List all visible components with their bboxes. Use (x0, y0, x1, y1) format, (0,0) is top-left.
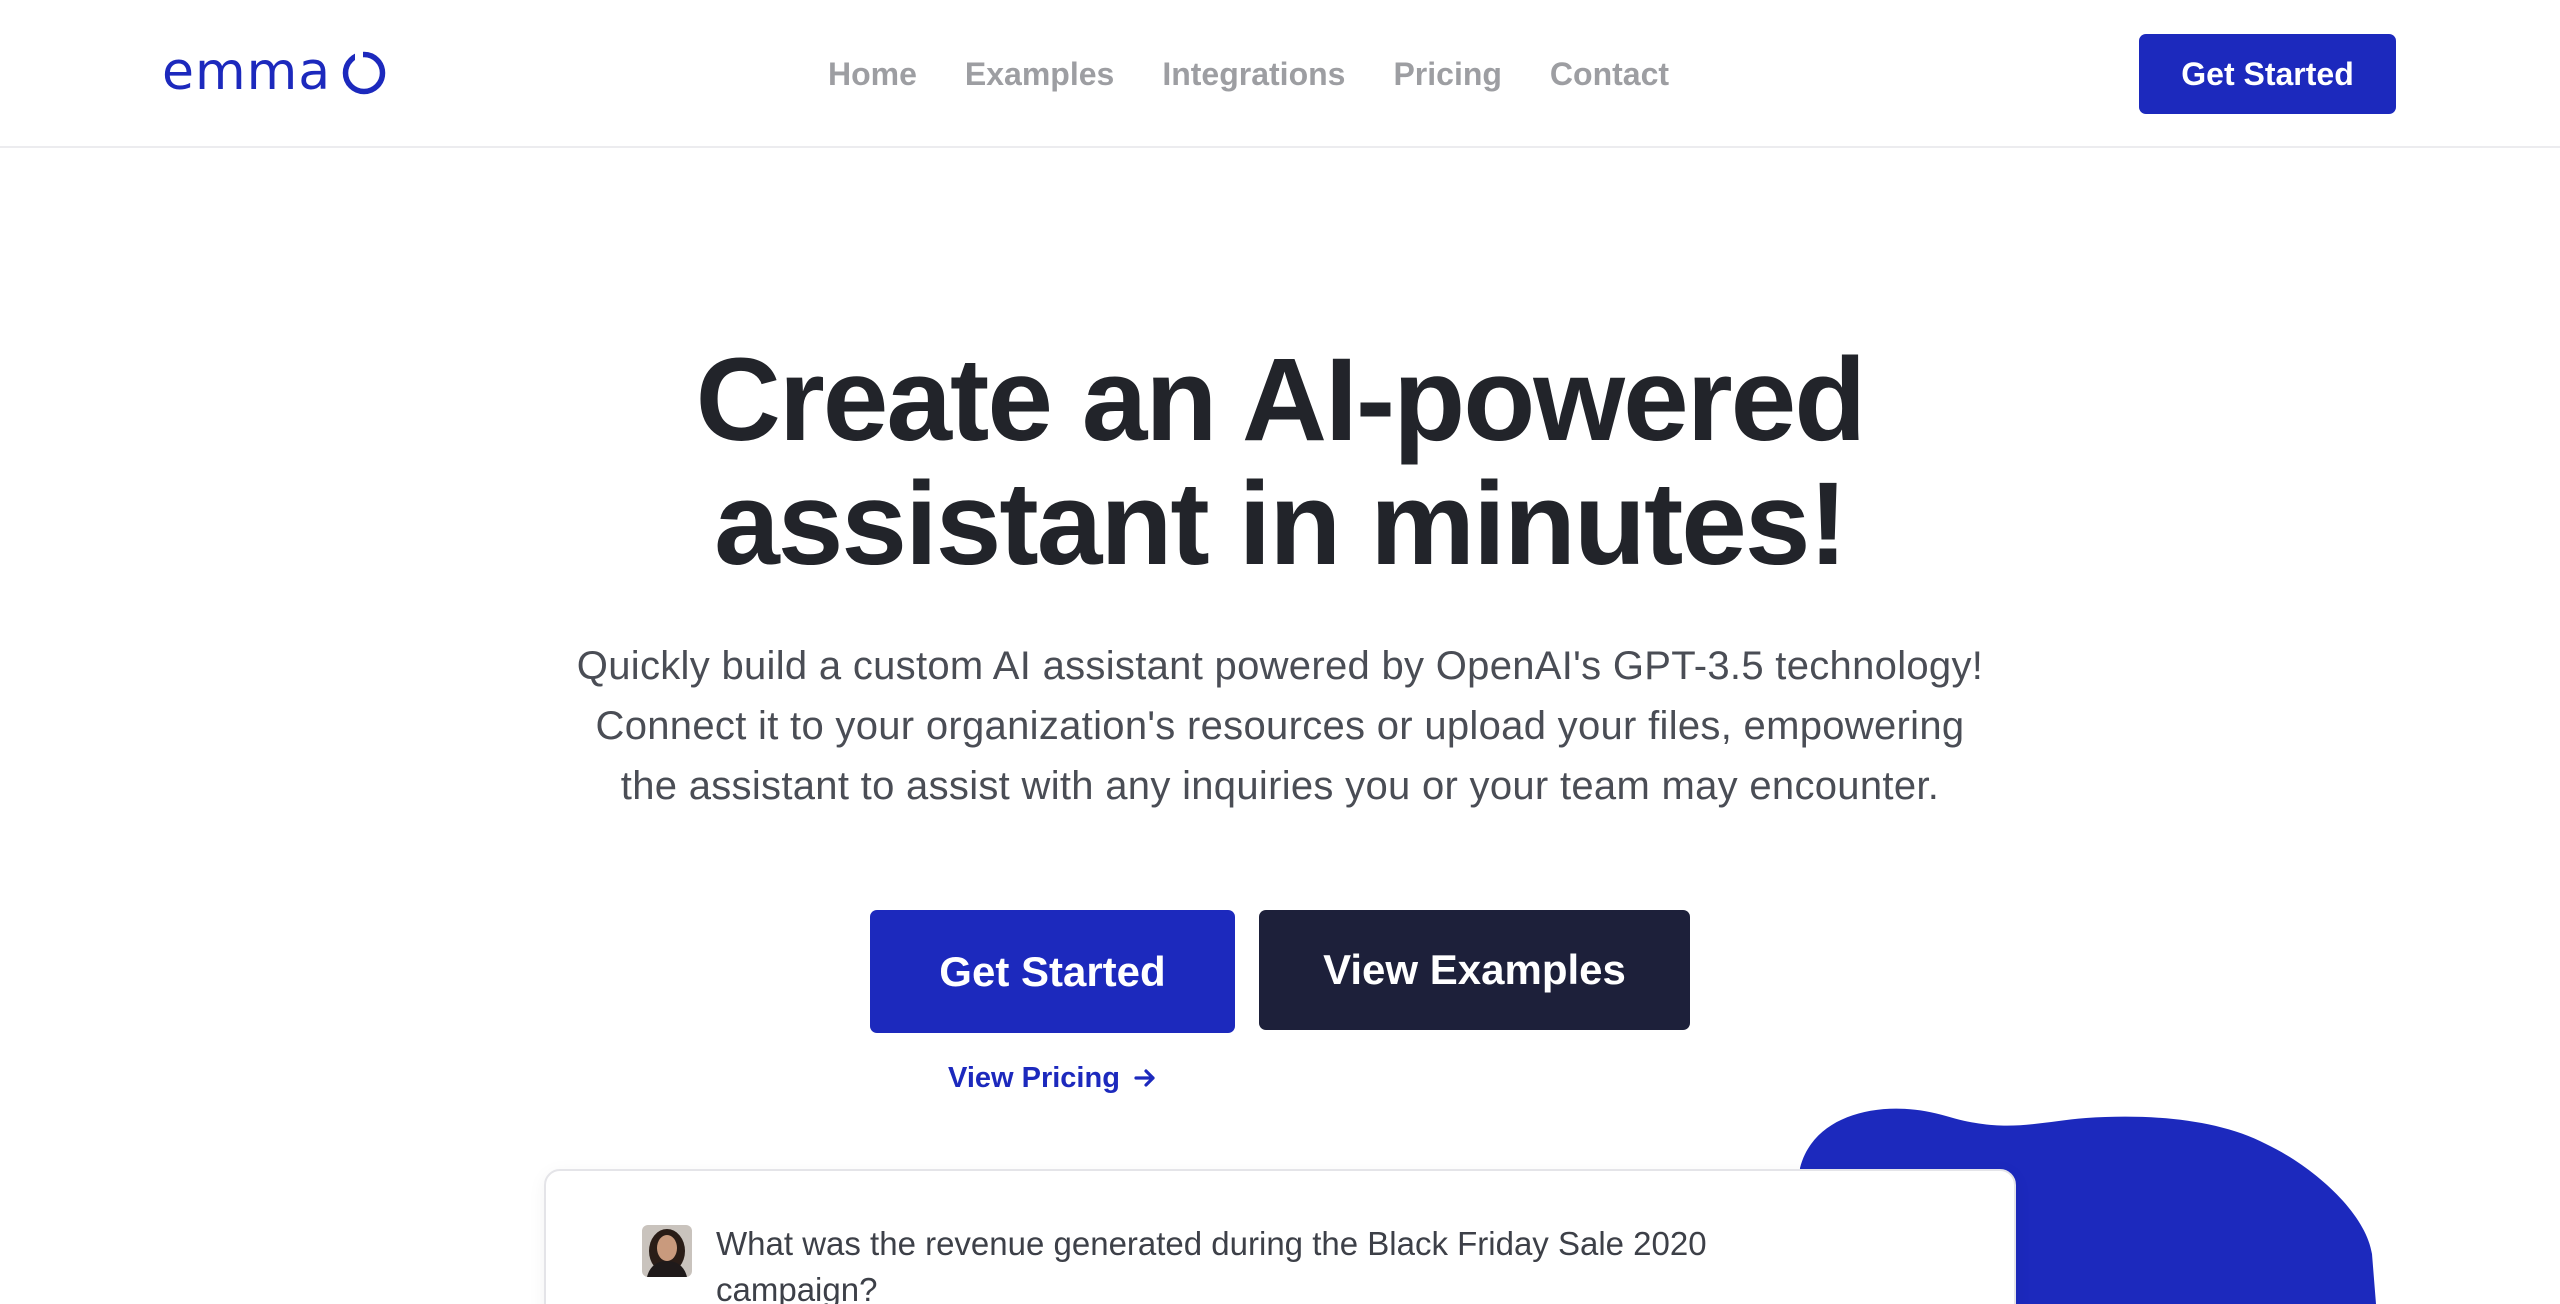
hero-title-line-1: Create an AI-powered (695, 334, 1867, 466)
hero-subtitle: Quickly build a custom AI assistant powe… (480, 636, 2080, 816)
landing-page: emma Home Examples Integrations Pricing … (0, 0, 2560, 1304)
nav-home[interactable]: Home (828, 52, 917, 96)
nav-contact[interactable]: Contact (1550, 52, 1669, 96)
hero-subtitle-line-3: the assistant to assist with any inquiri… (620, 764, 1940, 808)
logo[interactable]: emma (162, 42, 387, 102)
main-nav: Home Examples Integrations Pricing Conta… (828, 52, 1669, 96)
view-examples-button[interactable]: View Examples (1259, 910, 1690, 1030)
ring-icon (342, 50, 386, 95)
chat-message: What was the revenue generated during th… (642, 1221, 1842, 1304)
nav-integrations[interactable]: Integrations (1162, 52, 1345, 96)
hero-subtitle-line-1: Quickly build a custom AI assistant powe… (576, 644, 1984, 688)
header-get-started-button[interactable]: Get Started (2139, 34, 2396, 114)
chat-preview-card: What was the revenue generated during th… (544, 1169, 2016, 1304)
get-started-button[interactable]: Get Started (870, 910, 1235, 1033)
site-header: emma Home Examples Integrations Pricing … (0, 0, 2560, 148)
hero-subtitle-line-2: Connect it to your organization's resour… (595, 704, 1965, 748)
view-pricing-link[interactable]: View Pricing (948, 1058, 1158, 1098)
chat-message-text: What was the revenue generated during th… (716, 1225, 1707, 1304)
nav-pricing[interactable]: Pricing (1393, 52, 1501, 96)
view-pricing-label: View Pricing (948, 1061, 1120, 1094)
nav-examples[interactable]: Examples (965, 52, 1114, 96)
logo-text: emma (162, 42, 332, 102)
hero-title-line-2: assistant in minutes! (714, 458, 1848, 590)
arrow-right-icon (1134, 1069, 1155, 1087)
avatar (642, 1225, 692, 1277)
hero-title: Create an AI-powered assistant in minute… (0, 338, 2560, 586)
